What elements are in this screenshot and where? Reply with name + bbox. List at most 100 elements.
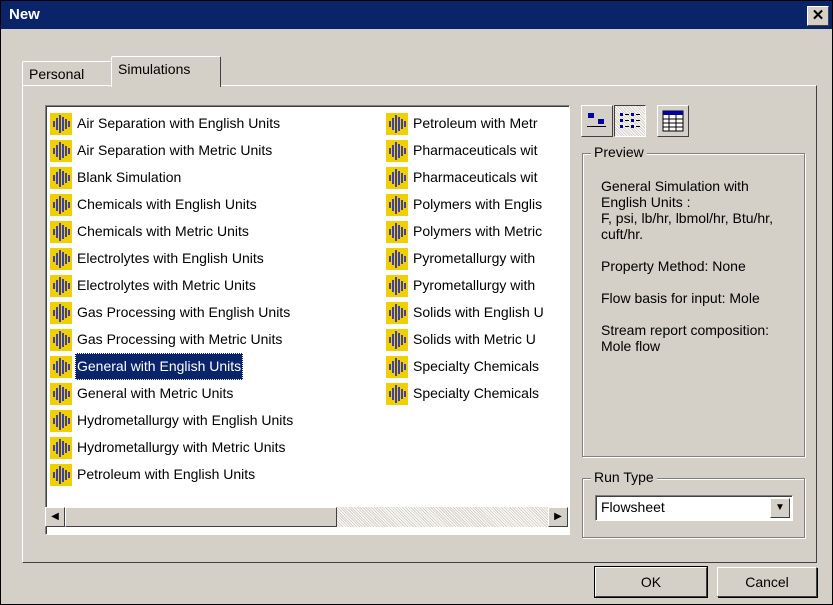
simulation-template-icon <box>50 220 72 243</box>
template-item[interactable]: General with Metric Units <box>50 380 380 407</box>
simulation-template-icon <box>50 328 72 351</box>
simulation-template-icon <box>50 463 72 486</box>
dialog-title: New <box>9 6 40 23</box>
template-item[interactable]: Hydrometallurgy with English Units <box>50 407 380 434</box>
template-label: Electrolytes with English Units <box>77 250 264 266</box>
template-label: Specialty Chemicals <box>413 358 540 374</box>
scroll-right-button[interactable]: ▶ <box>548 507 568 527</box>
run-type-value: Flowsheet <box>601 499 665 515</box>
template-item[interactable]: Hydrometallurgy with Metric Units <box>50 434 380 461</box>
template-label: Polymers with Metric <box>413 223 543 239</box>
simulation-template-icon <box>386 355 408 378</box>
preview-line: Flow basis for input: Mole <box>601 290 760 306</box>
simulation-template-icon <box>50 193 72 216</box>
template-item[interactable]: Petroleum with Metr <box>386 110 566 137</box>
template-item[interactable]: Blank Simulation <box>50 164 380 191</box>
simulation-template-icon <box>50 355 72 378</box>
template-item[interactable]: Air Separation with Metric Units <box>50 137 380 164</box>
simulation-template-icon <box>386 166 408 189</box>
template-item[interactable]: Pharmaceuticals wit <box>386 137 566 164</box>
large-icons-icon <box>587 113 606 127</box>
simulation-template-icon <box>50 409 72 432</box>
preview-line: Property Method: None <box>601 258 746 274</box>
template-item[interactable]: Polymers with Englis <box>386 191 566 218</box>
template-item[interactable]: Gas Processing with English Units <box>50 299 380 326</box>
template-item[interactable]: Chemicals with English Units <box>50 191 380 218</box>
simulation-template-icon <box>386 112 408 135</box>
template-label: Petroleum with Metr <box>413 115 538 131</box>
template-label: Air Separation with Metric Units <box>77 142 273 158</box>
triangle-right-icon: ▶ <box>554 511 562 522</box>
triangle-left-icon: ◀ <box>51 511 59 522</box>
scroll-left-button[interactable]: ◀ <box>45 507 65 527</box>
template-label: Gas Processing with English Units <box>77 304 291 320</box>
template-item[interactable]: Chemicals with Metric Units <box>50 218 380 245</box>
simulation-template-icon <box>386 139 408 162</box>
template-label: General with Metric Units <box>77 385 234 401</box>
template-item[interactable]: Gas Processing with Metric Units <box>50 326 380 353</box>
preview-text: General Simulation with English Units : … <box>601 178 781 370</box>
simulation-template-icon <box>50 139 72 162</box>
template-label: Polymers with Englis <box>413 196 543 212</box>
simulation-template-icon <box>50 166 72 189</box>
simulation-template-icon <box>386 193 408 216</box>
template-list[interactable]: Air Separation with English Units Air Sep… <box>45 105 570 535</box>
template-label: Hydrometallurgy with English Units <box>77 412 294 428</box>
template-item[interactable]: Polymers with Metric <box>386 218 566 245</box>
tab-personal[interactable]: Personal <box>22 61 112 86</box>
new-dialog: New ✕ Personal Simulations Air Separatio… <box>0 0 833 605</box>
horizontal-scrollbar[interactable]: ◀ ▶ <box>45 507 568 527</box>
simulation-template-icon <box>386 247 408 270</box>
template-item[interactable]: Electrolytes with English Units <box>50 245 380 272</box>
template-label: Pharmaceuticals wit <box>413 142 538 158</box>
template-item[interactable]: Pyrometallurgy with <box>386 272 566 299</box>
simulation-template-icon <box>386 220 408 243</box>
list-view-button[interactable] <box>614 105 646 137</box>
simulation-template-icon <box>50 436 72 459</box>
large-icons-button[interactable] <box>581 105 613 137</box>
template-label: Specialty Chemicals <box>413 385 540 401</box>
template-label: Blank Simulation <box>77 169 182 185</box>
simulation-template-icon <box>50 247 72 270</box>
template-label: Pyrometallurgy with <box>413 250 536 266</box>
ok-button[interactable]: OK <box>594 566 708 598</box>
simulation-template-icon <box>50 301 72 324</box>
template-label: Pharmaceuticals wit <box>413 169 538 185</box>
simulation-template-icon <box>386 301 408 324</box>
details-view-button[interactable] <box>657 105 689 137</box>
preview-line: General Simulation with English Units : <box>601 178 749 210</box>
preview-line: F, psi, lb/hr, lbmol/hr, Btu/hr, cuft/hr… <box>601 210 773 242</box>
template-item[interactable]: Specialty Chemicals <box>386 380 566 407</box>
list-view-icon <box>620 113 640 128</box>
template-item[interactable]: Solids with English U <box>386 299 566 326</box>
run-type-select[interactable]: Flowsheet ▼ <box>595 495 793 521</box>
close-button[interactable]: ✕ <box>807 6 829 26</box>
template-item[interactable]: Pharmaceuticals wit <box>386 164 566 191</box>
tab-simulations[interactable]: Simulations <box>111 56 221 87</box>
cancel-button[interactable]: Cancel <box>717 567 817 597</box>
template-column-1: Air Separation with English Units Air Sep… <box>50 110 380 488</box>
template-label: Hydrometallurgy with Metric Units <box>77 439 286 455</box>
template-label: Electrolytes with Metric Units <box>77 277 256 293</box>
template-label: Solids with English U <box>413 304 544 320</box>
run-type-group: Run Type Flowsheet ▼ <box>582 469 805 538</box>
template-item[interactable]: Specialty Chemicals <box>386 353 566 380</box>
simulation-template-icon <box>50 382 72 405</box>
chevron-down-icon: ▼ <box>775 502 785 513</box>
simulation-template-icon <box>386 328 408 351</box>
scroll-thumb[interactable] <box>65 507 337 527</box>
template-item[interactable]: Electrolytes with Metric Units <box>50 272 380 299</box>
template-item[interactable]: General with English Units <box>50 353 380 380</box>
preview-group: Preview General Simulation with English … <box>582 144 805 457</box>
dropdown-button[interactable]: ▼ <box>770 498 790 518</box>
details-view-icon <box>662 110 684 132</box>
title-bar[interactable]: New ✕ <box>1 1 832 29</box>
close-icon: ✕ <box>811 7 825 24</box>
template-item[interactable]: Petroleum with English Units <box>50 461 380 488</box>
simulation-template-icon <box>50 274 72 297</box>
preview-label: Preview <box>591 144 647 160</box>
template-item[interactable]: Solids with Metric U <box>386 326 566 353</box>
template-label: Petroleum with English Units <box>77 466 256 482</box>
template-item[interactable]: Air Separation with English Units <box>50 110 380 137</box>
template-item[interactable]: Pyrometallurgy with <box>386 245 566 272</box>
